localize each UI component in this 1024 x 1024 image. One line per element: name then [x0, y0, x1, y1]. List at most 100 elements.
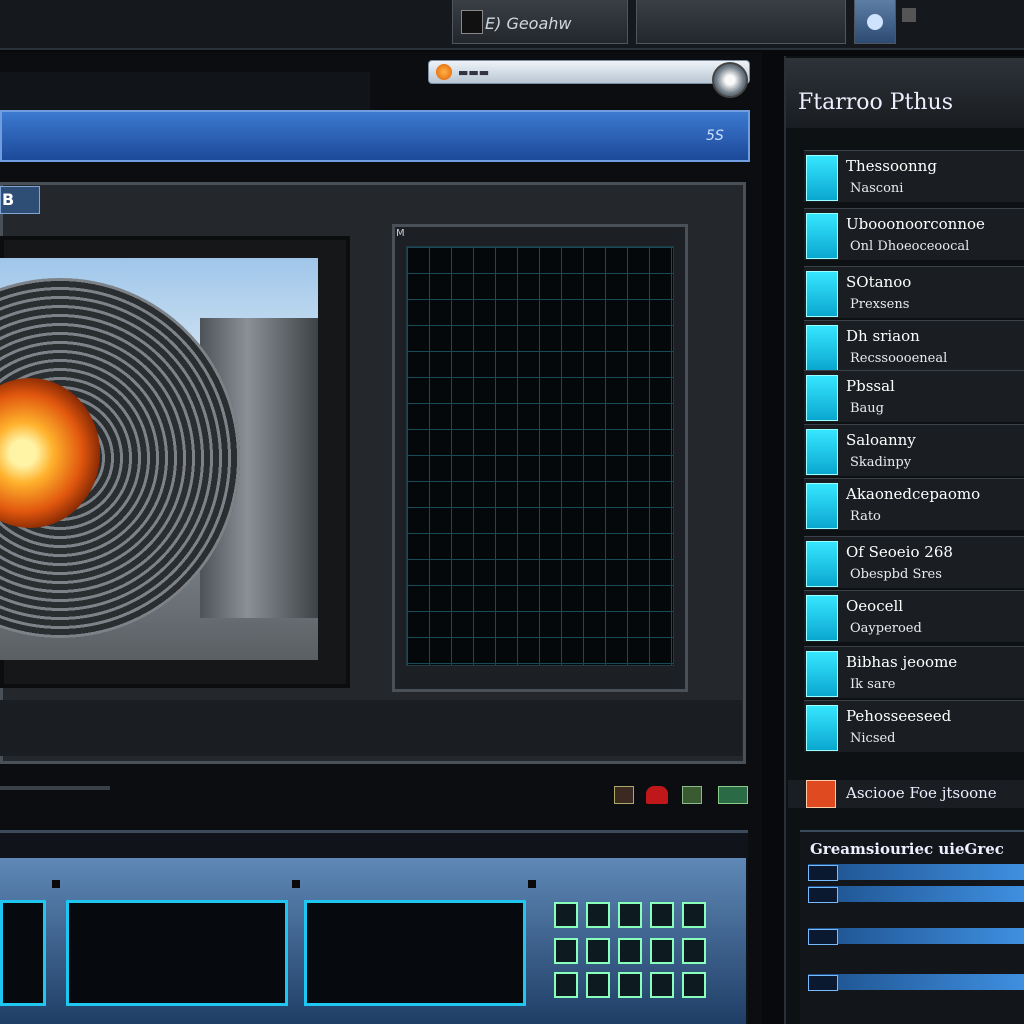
thumbnail-icon [806, 429, 838, 475]
thumbnail-icon [806, 705, 838, 751]
folder-icon[interactable] [806, 780, 836, 808]
globe-icon [867, 14, 883, 30]
grid-button[interactable] [586, 902, 610, 928]
tab-label: E) Geoahw [485, 14, 572, 33]
list-item-subtitle: Prexsens [850, 297, 910, 312]
list-item-subtitle: Onl Dhoeoceoocal [850, 239, 970, 254]
list-item[interactable]: Dh sriaon Recssoooeneal [804, 320, 1024, 372]
thumbnail-icon [806, 375, 838, 421]
address-bar-label: 5S [706, 128, 724, 144]
search-placeholder: ▬▬▬ [458, 66, 490, 79]
grid-button[interactable] [586, 938, 610, 964]
marker [528, 880, 536, 888]
grid-button[interactable] [682, 902, 706, 928]
list-item-title: Of Seoeio 268 [846, 543, 953, 561]
list-item-title: Ubooonoorconnoe [846, 215, 985, 233]
turbine-image[interactable] [0, 258, 318, 660]
list-item-title: SOtanoo [846, 273, 912, 291]
list-item[interactable]: Oeocell Oayperoed [804, 590, 1024, 642]
clip-slot[interactable] [304, 900, 526, 1006]
list-item[interactable]: Ubooonoorconnoe Onl Dhoeoceoocal [804, 208, 1024, 260]
export-icon[interactable] [718, 786, 748, 804]
viewer-footer [0, 700, 742, 756]
list-item-title: Oeocell [846, 597, 904, 615]
grid-button[interactable] [618, 902, 642, 928]
list-item-title: Saloanny [846, 431, 916, 449]
list-item[interactable]: Thessoonng Nasconi [804, 150, 1024, 202]
panel-footer-label: Asciooe Foe jtsoone [846, 784, 997, 802]
list-row[interactable] [808, 886, 1024, 903]
thumbnail-icon [806, 595, 838, 641]
search-icon [436, 64, 452, 80]
list-item-subtitle: Nasconi [850, 181, 904, 196]
list-row[interactable] [808, 974, 1024, 991]
list-item-subtitle: Baug [850, 401, 884, 416]
grid-button[interactable] [618, 938, 642, 964]
list-item-subtitle: Nicsed [850, 731, 896, 746]
grid-button[interactable] [586, 972, 610, 998]
list-item[interactable]: Pbssal Baug [804, 370, 1024, 422]
grid-button[interactable] [650, 972, 674, 998]
list-item-title: Pbssal [846, 377, 895, 395]
record-icon[interactable] [646, 786, 668, 804]
list-item[interactable]: Saloanny Skadinpy [804, 424, 1024, 476]
thumbnail-icon [806, 325, 838, 371]
grid-button[interactable] [682, 938, 706, 964]
list-row[interactable] [808, 928, 1024, 945]
grid-button[interactable] [554, 902, 578, 928]
list-item-title: Pehosseeseed [846, 707, 952, 725]
thumbnail-icon [806, 155, 838, 201]
thumbnail-icon [806, 483, 838, 529]
thumbnail-icon [806, 271, 838, 317]
window-control[interactable] [902, 8, 916, 22]
list-item-title: Thessoonng [846, 157, 937, 175]
grid-button[interactable] [650, 902, 674, 928]
list-item[interactable]: SOtanoo Prexsens [804, 266, 1024, 318]
marker [52, 880, 60, 888]
grid-button[interactable] [618, 972, 642, 998]
grid-button[interactable] [554, 972, 578, 998]
image-tool-icon[interactable] [682, 786, 702, 804]
address-bar[interactable] [0, 110, 750, 162]
row-icon [808, 865, 838, 881]
grid-header: M [396, 228, 405, 239]
grid-button[interactable] [554, 938, 578, 964]
row-icon [808, 887, 838, 903]
secondary-list-title: Greamsiouriec uieGrec [810, 840, 1004, 858]
list-item-title: Akaonedcepaomo [846, 485, 981, 503]
row-icon [808, 975, 838, 991]
list-item-subtitle: Recssoooeneal [850, 351, 948, 366]
list-item-subtitle: Obespbd Sres [850, 567, 942, 582]
toolbar-strip [0, 72, 370, 112]
grid-button[interactable] [682, 972, 706, 998]
clip-slot[interactable] [66, 900, 288, 1006]
marker [292, 880, 300, 888]
row-icon [808, 929, 838, 945]
thumbnail-icon [806, 213, 838, 259]
panel-title: Ftarroo Pthus [798, 90, 954, 115]
list-item-title: Dh sriaon [846, 327, 920, 345]
secondary-list [800, 830, 1024, 1024]
list-item[interactable]: Of Seoeio 268 Obespbd Sres [804, 536, 1024, 588]
list-item-subtitle: Rato [850, 509, 881, 524]
timeline-slider[interactable] [0, 786, 110, 790]
document-icon [461, 10, 483, 34]
viewer-tab-label: B [2, 190, 15, 209]
list-item[interactable]: Pehosseeseed Nicsed [804, 700, 1024, 752]
clip-slot[interactable] [0, 900, 46, 1006]
tab-geoahw[interactable]: E) Geoahw [452, 0, 628, 44]
list-row[interactable] [808, 864, 1024, 881]
tab-blank[interactable] [636, 0, 846, 44]
thumbnail-icon [806, 541, 838, 587]
list-item-subtitle: Skadinpy [850, 455, 912, 470]
thumbnail-icon [806, 651, 838, 697]
list-item[interactable]: Bibhas jeoome Ik sare [804, 646, 1024, 698]
grid-button[interactable] [650, 938, 674, 964]
search-button[interactable] [712, 62, 748, 98]
list-item[interactable]: Akaonedcepaomo Rato [804, 478, 1024, 530]
list-item-subtitle: Ik sare [850, 677, 896, 692]
text-tool-icon[interactable] [614, 786, 634, 804]
list-item-title: Bibhas jeoome [846, 653, 958, 671]
tab-globe[interactable] [854, 0, 896, 44]
data-grid[interactable] [406, 246, 674, 666]
